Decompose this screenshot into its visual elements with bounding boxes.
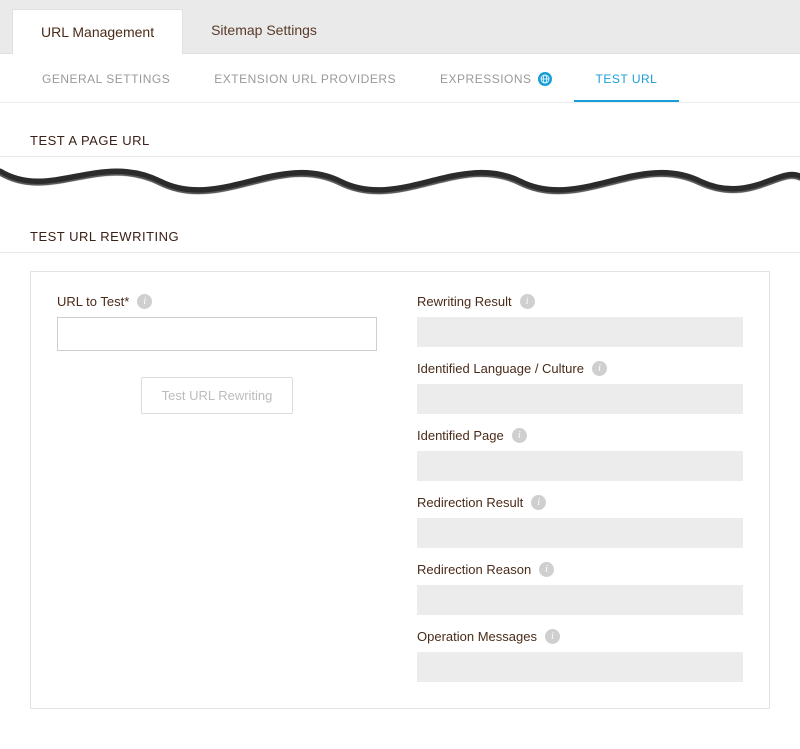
redirection-result-label-row: Redirection Result i [417, 495, 743, 510]
tab-url-management[interactable]: URL Management [12, 9, 183, 54]
subtab-test-url[interactable]: TEST URL [574, 54, 680, 102]
info-icon[interactable]: i [520, 294, 535, 309]
identified-page-value [417, 451, 743, 481]
redirection-result-label: Redirection Result [417, 495, 523, 510]
content-truncation-wave [0, 157, 800, 207]
url-to-test-input[interactable] [57, 317, 377, 351]
operation-messages-value [417, 652, 743, 682]
subtab-extension-url-providers[interactable]: EXTENSION URL PROVIDERS [192, 54, 418, 102]
test-url-rewriting-button[interactable]: Test URL Rewriting [141, 377, 294, 414]
section-test-url-rewriting: TEST URL REWRITING [0, 207, 800, 253]
operation-messages-field: Operation Messages i [417, 629, 743, 682]
subtab-expressions-label: EXPRESSIONS [440, 72, 532, 86]
sub-tabs: GENERAL SETTINGS EXTENSION URL PROVIDERS… [0, 54, 800, 103]
tab-sitemap-settings[interactable]: Sitemap Settings [183, 8, 345, 53]
redirection-reason-field: Redirection Reason i [417, 562, 743, 615]
redirection-reason-label: Redirection Reason [417, 562, 531, 577]
identified-language-culture-label: Identified Language / Culture [417, 361, 584, 376]
info-icon[interactable]: i [539, 562, 554, 577]
identified-page-label: Identified Page [417, 428, 504, 443]
rewriting-result-label: Rewriting Result [417, 294, 512, 309]
top-tabs: URL Management Sitemap Settings [0, 0, 800, 54]
redirection-result-field: Redirection Result i [417, 495, 743, 548]
operation-messages-label-row: Operation Messages i [417, 629, 743, 644]
info-icon[interactable]: i [512, 428, 527, 443]
redirection-reason-label-row: Redirection Reason i [417, 562, 743, 577]
identified-language-culture-value [417, 384, 743, 414]
test-url-rewriting-panel: URL to Test* i Test URL Rewriting Rewrit… [30, 271, 770, 709]
identified-language-culture-label-row: Identified Language / Culture i [417, 361, 743, 376]
panel-left: URL to Test* i Test URL Rewriting [57, 294, 377, 682]
operation-messages-label: Operation Messages [417, 629, 537, 644]
identified-page-label-row: Identified Page i [417, 428, 743, 443]
subtab-expressions[interactable]: EXPRESSIONS [418, 54, 574, 102]
globe-icon [538, 72, 552, 86]
info-icon[interactable]: i [545, 629, 560, 644]
rewriting-result-value [417, 317, 743, 347]
info-icon[interactable]: i [592, 361, 607, 376]
url-to-test-label: URL to Test* [57, 294, 129, 309]
redirection-reason-value [417, 585, 743, 615]
panel-right: Rewriting Result i Identified Language /… [417, 294, 743, 682]
identified-language-culture-field: Identified Language / Culture i [417, 361, 743, 414]
rewriting-result-field: Rewriting Result i [417, 294, 743, 347]
section-test-page-url: TEST A PAGE URL [0, 103, 800, 157]
redirection-result-value [417, 518, 743, 548]
url-to-test-label-row: URL to Test* i [57, 294, 377, 309]
info-icon[interactable]: i [137, 294, 152, 309]
info-icon[interactable]: i [531, 495, 546, 510]
rewriting-result-label-row: Rewriting Result i [417, 294, 743, 309]
subtab-general-settings[interactable]: GENERAL SETTINGS [20, 54, 192, 102]
identified-page-field: Identified Page i [417, 428, 743, 481]
